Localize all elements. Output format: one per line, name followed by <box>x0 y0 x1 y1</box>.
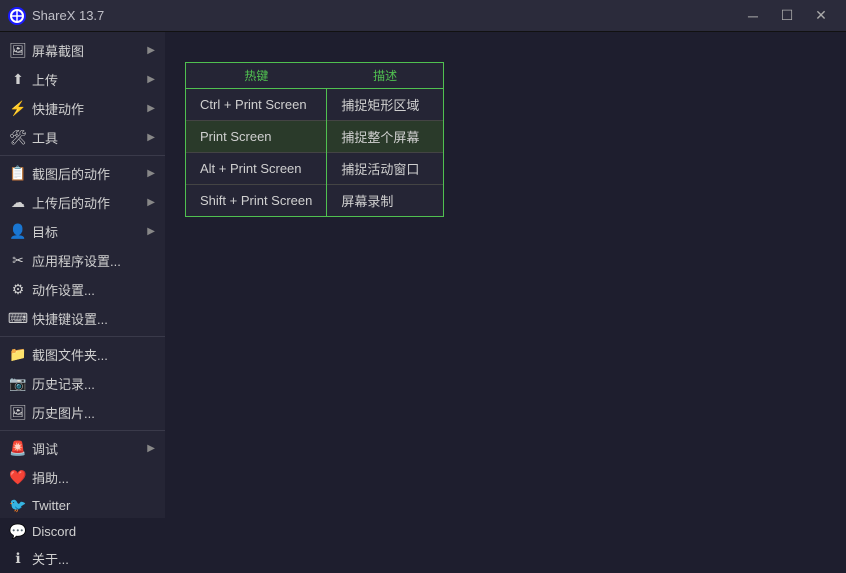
history-icon: 📷 <box>10 376 26 392</box>
col-hotkey-header: 热键 <box>186 63 327 89</box>
discord-label: Discord <box>32 524 155 539</box>
hotkey-table: 热键 描述 Ctrl + Print Screen捕捉矩形区域Print Scr… <box>186 63 443 216</box>
debug-icon: 🚨 <box>10 441 26 457</box>
table-row[interactable]: Shift + Print Screen屏幕录制 <box>186 185 443 217</box>
table-row[interactable]: Alt + Print Screen捕捉活动窗口 <box>186 153 443 185</box>
sidebar-item-afterupload[interactable]: ☁ 上传后的动作 ▶ <box>0 188 165 217</box>
hotkey-cell: Alt + Print Screen <box>186 153 327 185</box>
divider-3 <box>0 430 165 431</box>
description-cell: 屏幕录制 <box>327 185 444 217</box>
sidebar-item-actionsettings[interactable]: ⚙ 动作设置... <box>0 275 165 304</box>
screenshot-icon: 🖼 <box>10 43 26 59</box>
hotkey-cell: Print Screen <box>186 121 327 153</box>
app-title: ShareX 13.7 <box>32 8 104 23</box>
history-label: 历史记录... <box>32 374 155 393</box>
hotkey-table-wrapper: 热键 描述 Ctrl + Print Screen捕捉矩形区域Print Scr… <box>185 62 444 217</box>
sidebar-item-capturefolder[interactable]: 📁 截图文件夹... <box>0 340 165 369</box>
minimize-button[interactable]: ─ <box>736 0 770 32</box>
sidebar-item-destinations[interactable]: 👤 目标 ▶ <box>0 217 165 246</box>
sidebar-item-history[interactable]: 📷 历史记录... <box>0 369 165 398</box>
twitter-icon: 🐦 <box>10 497 26 513</box>
sidebar-item-tools[interactable]: 🛠 工具 ▶ <box>0 123 165 152</box>
actionsettings-label: 动作设置... <box>32 280 155 299</box>
quickactions-icon: ⚡ <box>10 101 26 117</box>
sidebar-item-twitter[interactable]: 🐦 Twitter <box>0 492 165 518</box>
appsettings-label: 应用程序设置... <box>32 251 155 270</box>
upload-label: 上传 <box>32 70 141 89</box>
divider-2 <box>0 336 165 337</box>
sidebar-item-about[interactable]: ℹ 关于... <box>0 544 165 573</box>
upload-icon: ⬆ <box>10 72 26 88</box>
about-label: 关于... <box>32 549 155 568</box>
about-icon: ℹ <box>10 551 26 567</box>
sidebar-item-upload[interactable]: ⬆ 上传 ▶ <box>0 65 165 94</box>
sidebar-item-hotkeysettings[interactable]: ⌨ 快捷键设置... <box>0 304 165 333</box>
discord-icon: 💬 <box>10 523 26 539</box>
tools-icon: 🛠 <box>10 130 26 146</box>
donate-icon: ❤️ <box>10 470 26 486</box>
sidebar-item-imagehistory[interactable]: 🖼 历史图片... <box>0 398 165 427</box>
aftercapture-arrow: ▶ <box>147 168 155 179</box>
hotkeysettings-label: 快捷键设置... <box>32 309 155 328</box>
aftercapture-icon: 📋 <box>10 166 26 182</box>
description-cell: 捕捉活动窗口 <box>327 153 444 185</box>
titlebar-left: ShareX 13.7 <box>8 7 104 25</box>
hotkeysettings-icon: ⌨ <box>10 311 26 327</box>
afterupload-icon: ☁ <box>10 195 26 211</box>
tools-arrow: ▶ <box>147 132 155 143</box>
screenshot-label: 屏幕截图 <box>32 41 141 60</box>
maximize-button[interactable]: ☐ <box>770 0 804 32</box>
aftercapture-label: 截图后的动作 <box>32 164 141 183</box>
table-row[interactable]: Print Screen捕捉整个屏幕 <box>186 121 443 153</box>
sidebar-item-discord[interactable]: 💬 Discord <box>0 518 165 544</box>
close-button[interactable]: ✕ <box>804 0 838 32</box>
tools-label: 工具 <box>32 128 141 147</box>
afterupload-arrow: ▶ <box>147 197 155 208</box>
sidebar-item-donate[interactable]: ❤️ 捐助... <box>0 463 165 492</box>
capturefolder-label: 截图文件夹... <box>32 345 155 364</box>
imagehistory-label: 历史图片... <box>32 403 155 422</box>
right-panel: 热键 描述 Ctrl + Print Screen捕捉矩形区域Print Scr… <box>165 32 846 518</box>
divider-1 <box>0 155 165 156</box>
hotkey-cell: Ctrl + Print Screen <box>186 89 327 121</box>
actionsettings-icon: ⚙ <box>10 282 26 298</box>
imagehistory-icon: 🖼 <box>10 405 26 421</box>
twitter-label: Twitter <box>32 498 155 513</box>
destinations-icon: 👤 <box>10 224 26 240</box>
screenshot-arrow: ▶ <box>147 45 155 56</box>
debug-arrow: ▶ <box>147 443 155 454</box>
hotkey-cell: Shift + Print Screen <box>186 185 327 217</box>
sidebar-item-debug[interactable]: 🚨 调试 ▶ <box>0 434 165 463</box>
sidebar: 🖼 屏幕截图 ▶ ⬆ 上传 ▶ ⚡ 快捷动作 ▶ 🛠 工具 ▶ 📋 截图后的动作… <box>0 32 165 518</box>
upload-arrow: ▶ <box>147 74 155 85</box>
quickactions-arrow: ▶ <box>147 103 155 114</box>
description-cell: 捕捉整个屏幕 <box>327 121 444 153</box>
sidebar-item-appsettings[interactable]: ✂ 应用程序设置... <box>0 246 165 275</box>
donate-label: 捐助... <box>32 468 155 487</box>
capturefolder-icon: 📁 <box>10 347 26 363</box>
main-content: 🖼 屏幕截图 ▶ ⬆ 上传 ▶ ⚡ 快捷动作 ▶ 🛠 工具 ▶ 📋 截图后的动作… <box>0 32 846 518</box>
destinations-arrow: ▶ <box>147 226 155 237</box>
window-controls: ─ ☐ ✕ <box>736 0 838 32</box>
col-description-header: 描述 <box>327 63 444 89</box>
titlebar: ShareX 13.7 ─ ☐ ✕ <box>0 0 846 32</box>
quickactions-label: 快捷动作 <box>32 99 141 118</box>
appsettings-icon: ✂ <box>10 253 26 269</box>
sidebar-item-quickactions[interactable]: ⚡ 快捷动作 ▶ <box>0 94 165 123</box>
sidebar-item-aftercapture[interactable]: 📋 截图后的动作 ▶ <box>0 159 165 188</box>
table-row[interactable]: Ctrl + Print Screen捕捉矩形区域 <box>186 89 443 121</box>
sidebar-item-screenshot[interactable]: 🖼 屏幕截图 ▶ <box>0 36 165 65</box>
description-cell: 捕捉矩形区域 <box>327 89 444 121</box>
app-icon <box>8 7 26 25</box>
afterupload-label: 上传后的动作 <box>32 193 141 212</box>
debug-label: 调试 <box>32 439 141 458</box>
destinations-label: 目标 <box>32 222 141 241</box>
